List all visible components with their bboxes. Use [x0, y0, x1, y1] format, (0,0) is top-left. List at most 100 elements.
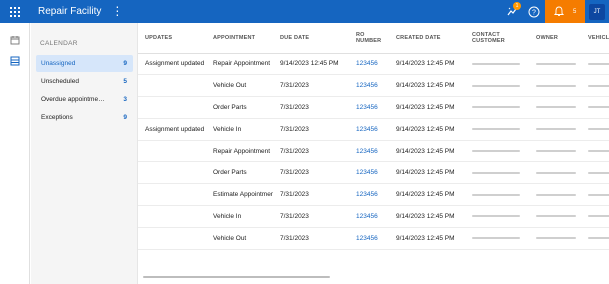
svg-text:?: ?	[532, 9, 536, 16]
column-header-vehicle[interactable]: VEHICLE	[581, 23, 609, 54]
cell-contact-customer-placeholder	[465, 161, 529, 185]
sidebar-item-unassigned[interactable]: Unassigned 9	[36, 55, 133, 72]
horizontal-scrollbar[interactable]	[143, 276, 330, 278]
column-header-owner[interactable]: OWNER	[529, 23, 581, 54]
cell-updates: Assignment updated	[138, 53, 206, 76]
cell-owner-placeholder	[529, 118, 581, 141]
more-vert-icon[interactable]: ⋮	[111, 0, 123, 23]
cell-due-date: 7/31/2023	[273, 227, 349, 250]
help-icon[interactable]: ?	[523, 0, 545, 23]
cell-created-date: 9/14/2023 12:45 PM	[389, 118, 465, 141]
loading-placeholder-bar	[536, 84, 576, 87]
cell-owner-placeholder	[529, 140, 581, 163]
sidebar-item-exceptions[interactable]: Exceptions 9	[36, 109, 133, 126]
cell-vehicle-placeholder	[581, 140, 609, 163]
loading-placeholder-bar	[536, 237, 576, 240]
cell-ro-number-link[interactable]: 123456	[349, 96, 389, 119]
sidebar-item-unscheduled[interactable]: Unscheduled 5	[36, 73, 133, 90]
table-row[interactable]: Repair Appointment 7/31/2023 123456 9/14/20…	[138, 140, 609, 163]
cell-appointment: Repair Appointment	[206, 53, 273, 76]
sidebar-item-label: Overdue appointme…	[41, 96, 105, 103]
cell-created-date: 9/14/2023 12:45 PM	[389, 161, 465, 185]
sidebar-item-count: 3	[123, 96, 127, 103]
cell-updates	[138, 96, 206, 119]
calendar-sidebar: CALENDAR Unassigned 9 Unscheduled 5 Over…	[31, 23, 138, 284]
cell-appointment: Estimate Appointment	[206, 183, 273, 207]
cell-vehicle-placeholder	[581, 205, 609, 228]
cell-ro-number-link[interactable]: 123456	[349, 183, 389, 207]
cell-appointment: Repair Appointment	[206, 140, 273, 163]
column-header-updates[interactable]: UPDATES	[138, 23, 206, 54]
list-view-icon[interactable]	[0, 52, 30, 70]
sidebar-item-label: Unscheduled	[41, 78, 79, 85]
column-header-contact-customer[interactable]: CONTACT CUSTOMER	[465, 23, 529, 54]
cell-updates	[138, 161, 206, 185]
notifications-button[interactable]: 5	[545, 0, 585, 23]
column-header-due-date[interactable]: DUE DATE	[273, 23, 349, 54]
cell-owner-placeholder	[529, 161, 581, 185]
cell-ro-number-link[interactable]: 123456	[349, 118, 389, 141]
cell-updates	[138, 227, 206, 250]
cell-vehicle-placeholder	[581, 161, 609, 185]
sidebar-item-count: 9	[123, 60, 127, 67]
loading-placeholder-bar	[588, 106, 609, 109]
table-row[interactable]: Estimate Appointment 7/31/2023 123456 9/14/…	[138, 183, 609, 207]
appointments-table-panel: UPDATES APPOINTMENT DUE DATE RO NUMBER C…	[138, 23, 609, 284]
cell-contact-customer-placeholder	[465, 140, 529, 163]
sidebar-item-count: 5	[123, 78, 127, 85]
table-row[interactable]: Order Parts 7/31/2023 123456 9/14/2023 12:4…	[138, 96, 609, 119]
loading-placeholder-bar	[536, 193, 576, 196]
sidebar-item-label: Exceptions	[41, 114, 73, 121]
sidebar-item-count: 9	[123, 114, 127, 121]
cell-due-date: 9/14/2023 12:45 PM	[273, 53, 349, 76]
loading-placeholder-bar	[536, 62, 576, 65]
cell-created-date: 9/14/2023 12:45 PM	[389, 205, 465, 228]
cell-ro-number-link[interactable]: 123456	[349, 74, 389, 98]
table-row[interactable]: Order Parts 7/31/2023 123456 9/14/2023 12:4…	[138, 161, 609, 185]
cell-contact-customer-placeholder	[465, 53, 529, 76]
cell-contact-customer-placeholder	[465, 96, 529, 119]
cell-ro-number-link[interactable]: 123456	[349, 140, 389, 163]
table-row[interactable]: Vehicle In 7/31/2023 123456 9/14/2023 12:45…	[138, 205, 609, 228]
cell-due-date: 7/31/2023	[273, 183, 349, 207]
loading-placeholder-bar	[588, 237, 609, 240]
loading-placeholder-bar	[588, 150, 609, 153]
cell-due-date: 7/31/2023	[273, 161, 349, 185]
loading-placeholder-bar	[472, 84, 520, 87]
cell-appointment: Order Parts	[206, 161, 273, 185]
cell-ro-number-link[interactable]: 123456	[349, 53, 389, 76]
column-header-appointment[interactable]: APPOINTMENT	[206, 23, 273, 54]
table-row[interactable]: Vehicle Out 7/31/2023 123456 9/14/2023 12:4…	[138, 74, 609, 98]
loading-placeholder-bar	[588, 215, 609, 218]
activity-icon[interactable]: 1	[501, 0, 523, 23]
loading-placeholder-bar	[536, 215, 576, 218]
column-header-ro-number[interactable]: RO NUMBER	[349, 23, 389, 54]
loading-placeholder-bar	[536, 150, 576, 153]
cell-created-date: 9/14/2023 12:45 PM	[389, 74, 465, 98]
cell-owner-placeholder	[529, 227, 581, 250]
top-app-bar: Repair Facility ⋮ 1 ? 5 JT	[0, 0, 609, 23]
table-row[interactable]: Assignment updated Repair Appointment 9/14…	[138, 53, 609, 76]
apps-grid-icon[interactable]	[0, 0, 30, 23]
cell-contact-customer-placeholder	[465, 118, 529, 141]
table-row[interactable]: Assignment updated Vehicle In 7/31/2023 123…	[138, 118, 609, 141]
cell-ro-number-link[interactable]: 123456	[349, 161, 389, 185]
cell-contact-customer-placeholder	[465, 183, 529, 207]
table-row[interactable]: Vehicle Out 7/31/2023 123456 9/14/2023 12:4…	[138, 227, 609, 250]
cell-vehicle-placeholder	[581, 227, 609, 250]
user-avatar[interactable]: JT	[589, 3, 605, 20]
cell-ro-number-link[interactable]: 123456	[349, 227, 389, 250]
cell-ro-number-link[interactable]: 123456	[349, 205, 389, 228]
loading-placeholder-bar	[472, 237, 520, 240]
sidebar-item-overdue[interactable]: Overdue appointme… 3	[36, 91, 133, 108]
app-title: Repair Facility	[38, 6, 102, 17]
cell-updates	[138, 205, 206, 228]
cell-owner-placeholder	[529, 53, 581, 76]
nav-rail	[0, 23, 30, 284]
cell-updates	[138, 74, 206, 98]
calendar-icon[interactable]	[0, 31, 30, 49]
loading-placeholder-bar	[588, 84, 609, 87]
column-header-created-date[interactable]: CREATED DATE	[389, 23, 465, 54]
cell-appointment: Vehicle In	[206, 205, 273, 228]
cell-vehicle-placeholder	[581, 96, 609, 119]
